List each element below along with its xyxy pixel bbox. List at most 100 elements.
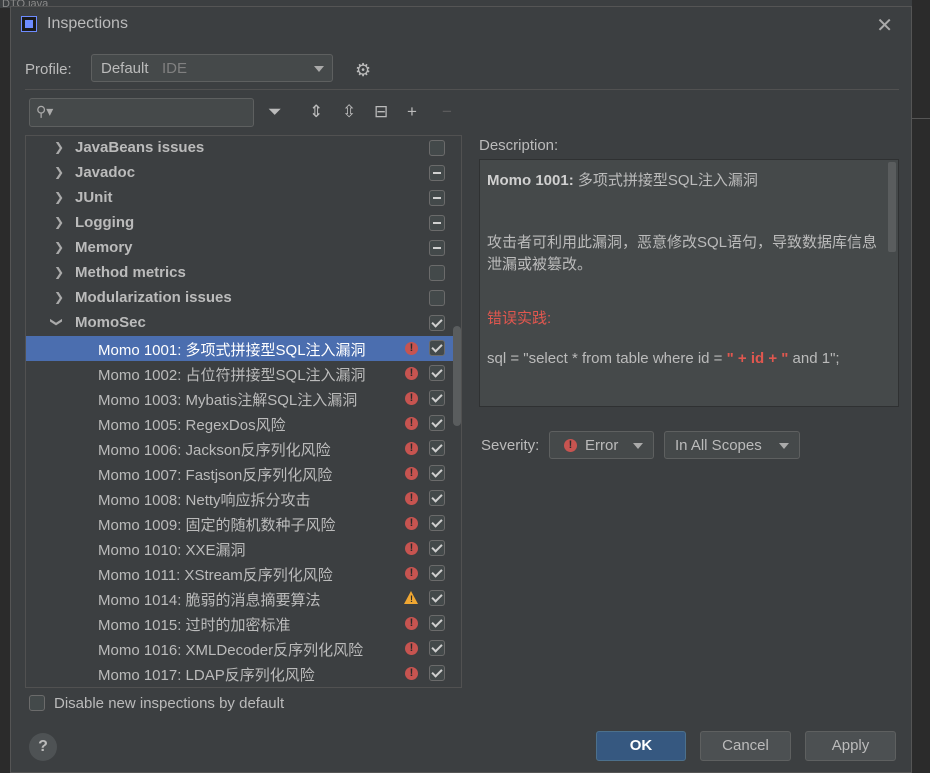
severity-select[interactable]: ! Error: [549, 431, 654, 459]
checkbox[interactable]: [429, 565, 445, 581]
tree-item[interactable]: Momo 1002: 占位符拼接型SQL注入漏洞 !: [26, 361, 461, 386]
inspections-dialog: Inspections ✕ Profile: Default IDE ⚙ ⚲▾ …: [10, 6, 912, 773]
profile-scope: IDE: [162, 60, 188, 77]
error-icon: !: [405, 442, 418, 455]
chevron-right-icon[interactable]: ❯: [54, 215, 64, 229]
checkbox[interactable]: [429, 590, 445, 606]
tree-item[interactable]: Momo 1001: 多项式拼接型SQL注入漏洞 !: [26, 336, 461, 361]
chevron-down-icon: [633, 443, 643, 449]
chevron-right-icon[interactable]: ❯: [54, 165, 64, 179]
tree-item[interactable]: Momo 1011: XStream反序列化风险 !: [26, 561, 461, 586]
ok-button[interactable]: OK: [596, 731, 686, 761]
checkbox[interactable]: [429, 215, 445, 231]
chevron-right-icon[interactable]: ❯: [54, 140, 64, 154]
error-icon: !: [405, 492, 418, 505]
checkbox[interactable]: [429, 190, 445, 206]
checkbox[interactable]: [429, 290, 445, 306]
divider: [912, 118, 930, 119]
tree-group-javabeans[interactable]: ❯ JavaBeans issues: [26, 136, 461, 161]
tree-scrollbar[interactable]: [453, 326, 461, 426]
chevron-right-icon[interactable]: ❯: [54, 290, 64, 304]
reset-icon[interactable]: ⊟: [374, 102, 388, 122]
tree-item[interactable]: Momo 1017: LDAP反序列化风险 !: [26, 661, 461, 686]
checkbox[interactable]: [429, 265, 445, 281]
search-icon: ⚲▾: [36, 103, 54, 119]
checkbox[interactable]: [429, 415, 445, 431]
chevron-down-icon[interactable]: ❯: [50, 317, 64, 327]
cancel-button[interactable]: Cancel: [700, 731, 791, 761]
tree-group-junit[interactable]: ❯ JUnit: [26, 186, 461, 211]
checkbox[interactable]: [429, 140, 445, 156]
description-label: Description:: [479, 137, 559, 154]
error-icon: !: [405, 617, 418, 630]
error-icon: !: [564, 439, 577, 452]
tree-group-javadoc[interactable]: ❯ Javadoc: [26, 161, 461, 186]
checkbox[interactable]: [429, 240, 445, 256]
checkbox[interactable]: [429, 640, 445, 656]
profile-label: Profile:: [25, 61, 72, 78]
title-bar: Inspections ✕: [11, 7, 911, 41]
chevron-down-icon: [314, 66, 324, 72]
tree-group-logging[interactable]: ❯ Logging: [26, 211, 461, 236]
tree-group-momosec[interactable]: ❯ MomoSec: [26, 311, 461, 336]
collapse-all-icon[interactable]: ⇳: [342, 102, 356, 122]
chevron-down-icon: [779, 443, 789, 449]
checkbox[interactable]: [429, 490, 445, 506]
tree-group-modularization[interactable]: ❯ Modularization issues: [26, 286, 461, 311]
warning-icon: !: [404, 591, 418, 604]
profile-value: Default: [101, 60, 149, 77]
gear-icon[interactable]: ⚙: [355, 60, 371, 81]
disable-new-inspections-label: Disable new inspections by default: [54, 695, 285, 712]
search-input[interactable]: ⚲▾: [29, 98, 254, 127]
tree-item[interactable]: Momo 1003: Mybatis注解SQL注入漏洞 !: [26, 386, 461, 411]
filter-icon[interactable]: ⏷: [268, 102, 282, 122]
checkbox[interactable]: [429, 315, 445, 331]
help-button[interactable]: ?: [29, 733, 57, 761]
error-icon: !: [405, 517, 418, 530]
error-icon: !: [405, 342, 418, 355]
checkbox[interactable]: [429, 515, 445, 531]
checkbox[interactable]: [429, 615, 445, 631]
tree-item[interactable]: Momo 1005: RegexDos风险 !: [26, 411, 461, 436]
checkbox[interactable]: [429, 165, 445, 181]
expand-all-icon[interactable]: ⇕: [309, 102, 323, 122]
tree-item[interactable]: Momo 1015: 过时的加密标准 !: [26, 611, 461, 636]
checkbox[interactable]: [429, 340, 445, 356]
disable-new-inspections-checkbox[interactable]: [29, 695, 45, 711]
checkbox[interactable]: [429, 540, 445, 556]
code-example: sql = "select * from table where id = " …: [487, 350, 840, 367]
tree-item[interactable]: Momo 1009: 固定的随机数种子风险 !: [26, 511, 461, 536]
checkbox[interactable]: [429, 665, 445, 681]
tree-group-method-metrics[interactable]: ❯ Method metrics: [26, 261, 461, 286]
error-icon: !: [405, 667, 418, 680]
add-icon[interactable]: +: [407, 102, 417, 122]
tree-item[interactable]: Momo 1014: 脆弱的消息摘要算法 !: [26, 586, 461, 611]
description-title: Momo 1001: 多项式拼接型SQL注入漏洞: [487, 172, 758, 189]
inspection-tree[interactable]: ❯ JavaBeans issues ❯ Javadoc ❯ JUnit ❯ L…: [25, 135, 462, 688]
checkbox[interactable]: [429, 440, 445, 456]
description-scrollbar[interactable]: [888, 162, 896, 252]
apply-button[interactable]: Apply: [805, 731, 896, 761]
remove-icon: −: [442, 102, 452, 121]
checkbox[interactable]: [429, 390, 445, 406]
chevron-right-icon[interactable]: ❯: [54, 240, 64, 254]
chevron-right-icon[interactable]: ❯: [54, 265, 64, 279]
divider: [25, 89, 899, 90]
close-icon[interactable]: ✕: [876, 13, 893, 38]
tree-item[interactable]: Momo 1016: XMLDecoder反序列化风险 !: [26, 636, 461, 661]
chevron-right-icon[interactable]: ❯: [54, 190, 64, 204]
tree-item[interactable]: Momo 1006: Jackson反序列化风险 !: [26, 436, 461, 461]
error-icon: !: [405, 542, 418, 555]
error-icon: !: [405, 467, 418, 480]
tree-item[interactable]: Momo 1007: Fastjson反序列化风险 !: [26, 461, 461, 486]
tree-item[interactable]: Momo 1010: XXE漏洞 !: [26, 536, 461, 561]
tree-group-memory[interactable]: ❯ Memory: [26, 236, 461, 261]
editor-side-strip: [912, 0, 930, 773]
checkbox[interactable]: [429, 365, 445, 381]
profile-select[interactable]: Default IDE: [91, 54, 333, 82]
checkbox[interactable]: [429, 465, 445, 481]
description-text: 攻击者可利用此漏洞，恶意修改SQL语句，导致数据库信息泄漏或被篡改。: [487, 234, 878, 273]
error-icon: !: [405, 567, 418, 580]
tree-item[interactable]: Momo 1008: Netty响应拆分攻击 !: [26, 486, 461, 511]
scope-select[interactable]: In All Scopes: [664, 431, 800, 459]
